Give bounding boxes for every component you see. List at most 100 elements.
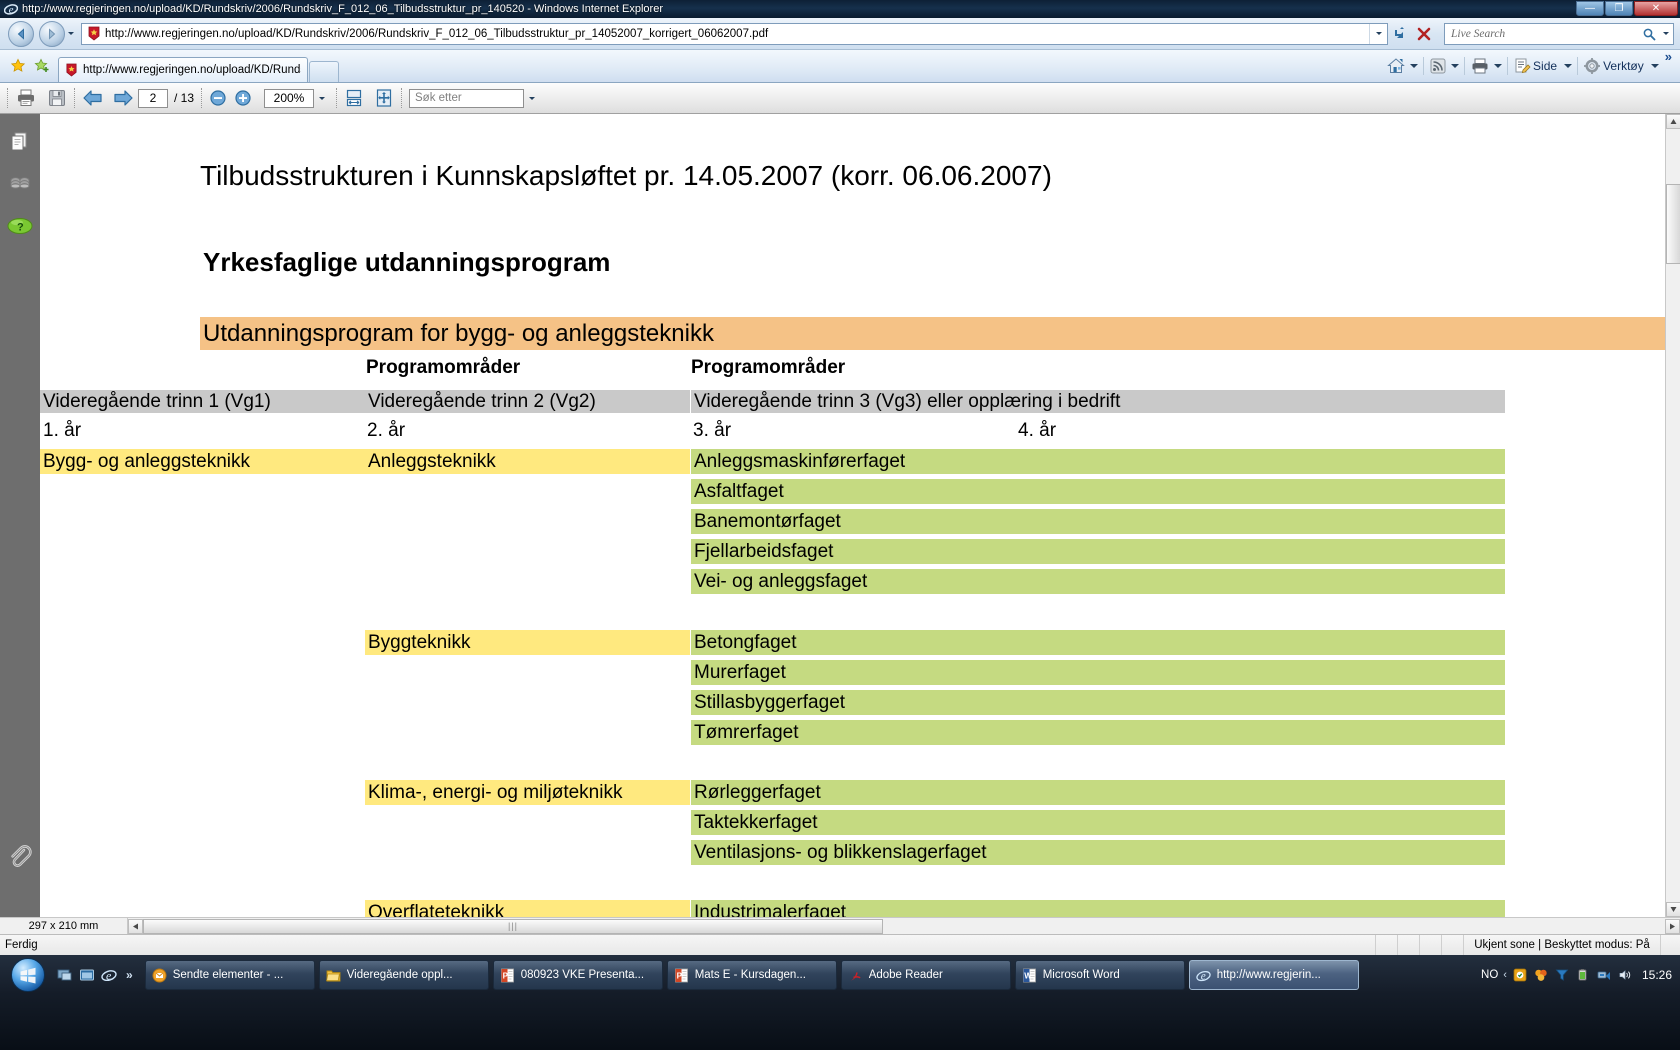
taskbar-button-label: http://www.regjerin... [1216,969,1321,981]
powerpoint-icon: P [674,967,690,983]
pdf-find-input[interactable]: Søk etter [409,88,525,108]
document-horizontal-scrollbar[interactable]: ||| [128,917,1680,935]
pdf-next-page-button[interactable] [112,89,134,107]
minimize-button[interactable]: — [1576,1,1604,16]
system-tray: NO ‹ 15:26 [1481,958,1680,992]
address-input[interactable]: http://www.regjeringen.no/upload/KD/Rund… [81,22,1388,45]
pdf-fit-width-button[interactable] [344,88,364,108]
pdf-zoom-dropdown-icon[interactable] [314,89,329,108]
status-box-2 [1397,935,1419,955]
svg-text:P: P [503,971,509,980]
maximize-button[interactable]: ❐ [1605,1,1633,16]
page-menu-button[interactable]: Side [1511,54,1562,78]
pdf-print-button[interactable] [15,88,37,108]
horizontal-scroll-thumb[interactable]: ||| [143,918,883,934]
taskbar-buttons: Sendte elementer - ... Videregående oppl… [144,958,1359,992]
filter-tray-icon[interactable] [1554,967,1570,983]
taskbar-button-microsoft-word[interactable]: W Microsoft Word [1014,960,1185,990]
page-menu-label: Side [1533,58,1558,73]
address-dropdown-icon[interactable] [1369,23,1387,44]
address-bar-row: http://www.regjeringen.no/upload/KD/Rund… [0,18,1680,50]
site-favicon [87,26,101,41]
pdf-zoom-level-input[interactable]: 200% [264,88,315,108]
taskbar-button-videregaende-oppl[interactable]: Videregående oppl... [318,960,489,990]
pdf-find-dropdown-icon[interactable] [524,89,540,108]
pdf-zoom-out-button[interactable] [209,89,227,107]
show-desktop-icon[interactable] [56,966,74,984]
horizontal-scroll-track[interactable]: ||| [143,918,1665,934]
pdf-zoom-in-button[interactable] [234,89,252,107]
program-banner-label: Utdanningsprogram for bygg- og anleggste… [203,319,714,347]
taskbar-clock[interactable]: 15:26 [1642,968,1672,982]
svg-text:e: e [106,968,112,982]
help-panel-icon[interactable]: ? [6,212,34,240]
svg-text:e: e [1201,970,1206,982]
attachments-panel-icon[interactable] [6,844,34,872]
browser-zoom-indicator[interactable] [1659,935,1680,955]
refresh-button[interactable] [1388,22,1412,46]
taskbar-button-label: Videregående oppl... [346,969,453,981]
feeds-button[interactable] [1427,54,1449,78]
close-button[interactable]: ✕ [1634,1,1678,16]
home-button[interactable] [1384,54,1408,78]
favorites-center-icon[interactable] [6,54,30,78]
pages-panel-icon[interactable] [6,128,34,156]
vg3-program-cell: Betongfaget [691,630,1505,655]
home-dropdown-icon[interactable] [1408,54,1420,78]
battery-tray-icon[interactable] [1575,967,1591,983]
taskbar-button-vke-presentasjon[interactable]: P 080923 VKE Presenta... [492,960,663,990]
live-search-input[interactable]: Live Search [1444,22,1674,45]
tray-expand-icon[interactable]: ‹ [1503,969,1507,981]
norton-tray-icon[interactable] [1533,967,1549,983]
taskbar-button-adobe-reader[interactable]: Adobe Reader [840,960,1011,990]
scroll-left-arrow-icon[interactable] [128,918,143,934]
start-button[interactable] [4,958,52,992]
year3-label: 3. år [693,420,732,441]
network-tray-icon[interactable] [1596,967,1612,983]
forward-button[interactable] [39,20,65,47]
vg3-program-cell: Taktekkerfaget [691,810,1505,835]
document-heading: Yrkesfaglige utdanningsprogram [203,247,611,277]
internet-explorer-quicklaunch-icon[interactable]: e [100,966,118,984]
scroll-right-arrow-icon[interactable] [1665,918,1680,934]
vg1-header-cell: Videregående trinn 1 (Vg1) [40,390,365,413]
print-button[interactable] [1468,54,1492,78]
status-box-1 [1375,935,1397,955]
layers-panel-icon[interactable] [6,170,34,198]
stop-button[interactable] [1412,22,1436,46]
add-to-favorites-icon[interactable] [30,54,54,78]
browser-tab[interactable]: http://www.regjeringen.no/upload/KD/Rund… [58,57,308,82]
taskbar-button-label: Adobe Reader [868,969,943,981]
switch-window-icon[interactable] [78,966,96,984]
document-vertical-scrollbar[interactable] [1665,114,1680,917]
antivirus-tray-icon[interactable] [1512,967,1528,983]
taskbar-button-label: Mats E - Kursdagen... [694,969,806,981]
tools-menu-button[interactable]: Verktøy [1581,54,1649,78]
search-icon[interactable] [1639,27,1659,41]
command-bar-overflow-icon[interactable]: » [1661,49,1676,64]
volume-tray-icon[interactable] [1617,967,1633,983]
taskbar-button-label: Microsoft Word [1042,969,1120,981]
pdf-fit-page-button[interactable] [374,88,394,108]
back-button[interactable] [8,20,34,47]
language-indicator[interactable]: NO [1481,969,1498,981]
vertical-scroll-thumb[interactable] [1666,184,1680,264]
pdf-document-view[interactable]: Tilbudsstrukturen i Kunnskapsløftet pr. … [40,114,1665,917]
quick-launch-overflow-icon[interactable]: » [122,968,137,982]
taskbar-button-sendte-elementer[interactable]: Sendte elementer - ... [144,960,315,990]
page-menu-dropdown-icon[interactable] [1562,54,1574,78]
scroll-down-arrow-icon[interactable] [1666,902,1680,917]
scroll-up-arrow-icon[interactable] [1666,114,1680,129]
taskbar-button-internet-explorer[interactable]: e http://www.regjerin... [1188,960,1359,990]
pdf-previous-page-button[interactable] [82,89,104,107]
word-icon: W [1022,967,1038,983]
new-tab-button[interactable] [309,61,339,82]
print-dropdown-icon[interactable] [1492,54,1504,78]
pdf-save-button[interactable] [47,88,67,108]
recent-pages-dropdown[interactable] [65,21,77,47]
taskbar-button-mats-e-kursdagene[interactable]: P Mats E - Kursdagen... [666,960,837,990]
search-provider-dropdown[interactable] [1659,32,1673,35]
tools-menu-dropdown-icon[interactable] [1649,54,1661,78]
pdf-page-number-input[interactable]: 2 [138,88,168,108]
feeds-dropdown-icon[interactable] [1449,54,1461,78]
